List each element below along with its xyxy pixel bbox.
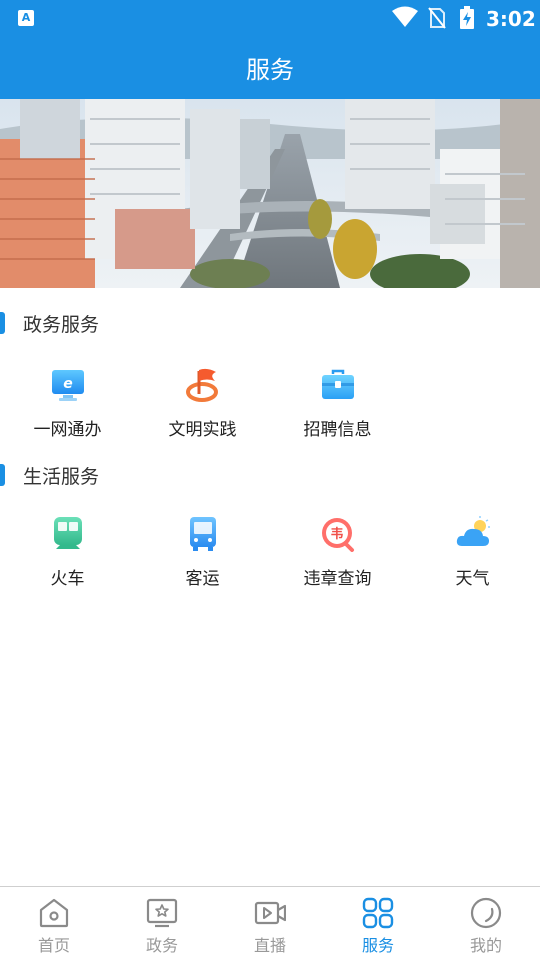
monitor-e-icon: e [52,370,84,401]
weather-icon [456,516,490,546]
live-icon [254,901,286,925]
svg-text:e: e [63,376,73,392]
section-accent-bar [0,312,5,334]
page-title: 服务 [246,56,294,84]
service-label: 天气 [455,569,490,589]
service-one-stop[interactable]: e 一网通办 [0,367,135,447]
app-notification-icon: A [18,10,34,26]
service-label: 客运 [185,569,220,589]
section-government-services: 政务服务 [0,310,200,336]
service-traffic-violation[interactable]: 韦 违章查询 [270,516,405,596]
flag-icon [186,368,218,402]
service-recruitment[interactable]: 招聘信息 [270,367,405,447]
clock: 3:02 [486,7,536,31]
nav-label: 政务 [145,936,178,955]
svg-text:韦: 韦 [330,526,343,542]
service-label: 招聘信息 [303,420,372,440]
service-civilization-practice[interactable]: 文明实践 [135,367,270,447]
no-sim-icon [428,7,446,29]
banner-image[interactable] [0,99,540,288]
nav-live[interactable]: 直播 [216,887,324,961]
nav-services[interactable]: 服务 [324,887,432,961]
section-life-services: 生活服务 [0,462,200,488]
section-accent-bar [0,464,5,486]
bottom-navigation: 首页 政务 直播 服务 我的 [0,886,540,961]
violation-icon: 韦 [322,518,354,552]
service-coach[interactable]: 客运 [135,516,270,596]
service-weather[interactable]: 天气 [405,516,540,596]
nav-label: 直播 [253,936,286,955]
service-label: 违章查询 [303,569,372,589]
home-icon [39,898,69,928]
wifi-icon [392,6,418,27]
section-title: 政务服务 [23,314,100,336]
service-label: 一网通办 [33,420,102,440]
nav-profile[interactable]: 我的 [432,887,540,961]
train-icon [54,517,82,549]
service-label: 火车 [50,569,85,589]
services-grid-icon [362,897,394,929]
briefcase-icon [322,369,354,399]
section-title: 生活服务 [23,466,100,488]
profile-icon [470,897,502,929]
nav-government[interactable]: 政务 [108,887,216,961]
status-bar: A 3:02 [0,0,540,36]
government-icon [146,898,178,928]
nav-label: 服务 [361,936,394,955]
app-header: A 3:02 服务 [0,0,540,99]
nav-label: 首页 [37,936,70,955]
nav-home[interactable]: 首页 [0,887,108,961]
battery-charging-icon [460,6,474,29]
bus-icon [190,517,216,551]
nav-label: 我的 [469,936,502,955]
service-train[interactable]: 火车 [0,516,135,596]
service-label: 文明实践 [168,420,237,440]
